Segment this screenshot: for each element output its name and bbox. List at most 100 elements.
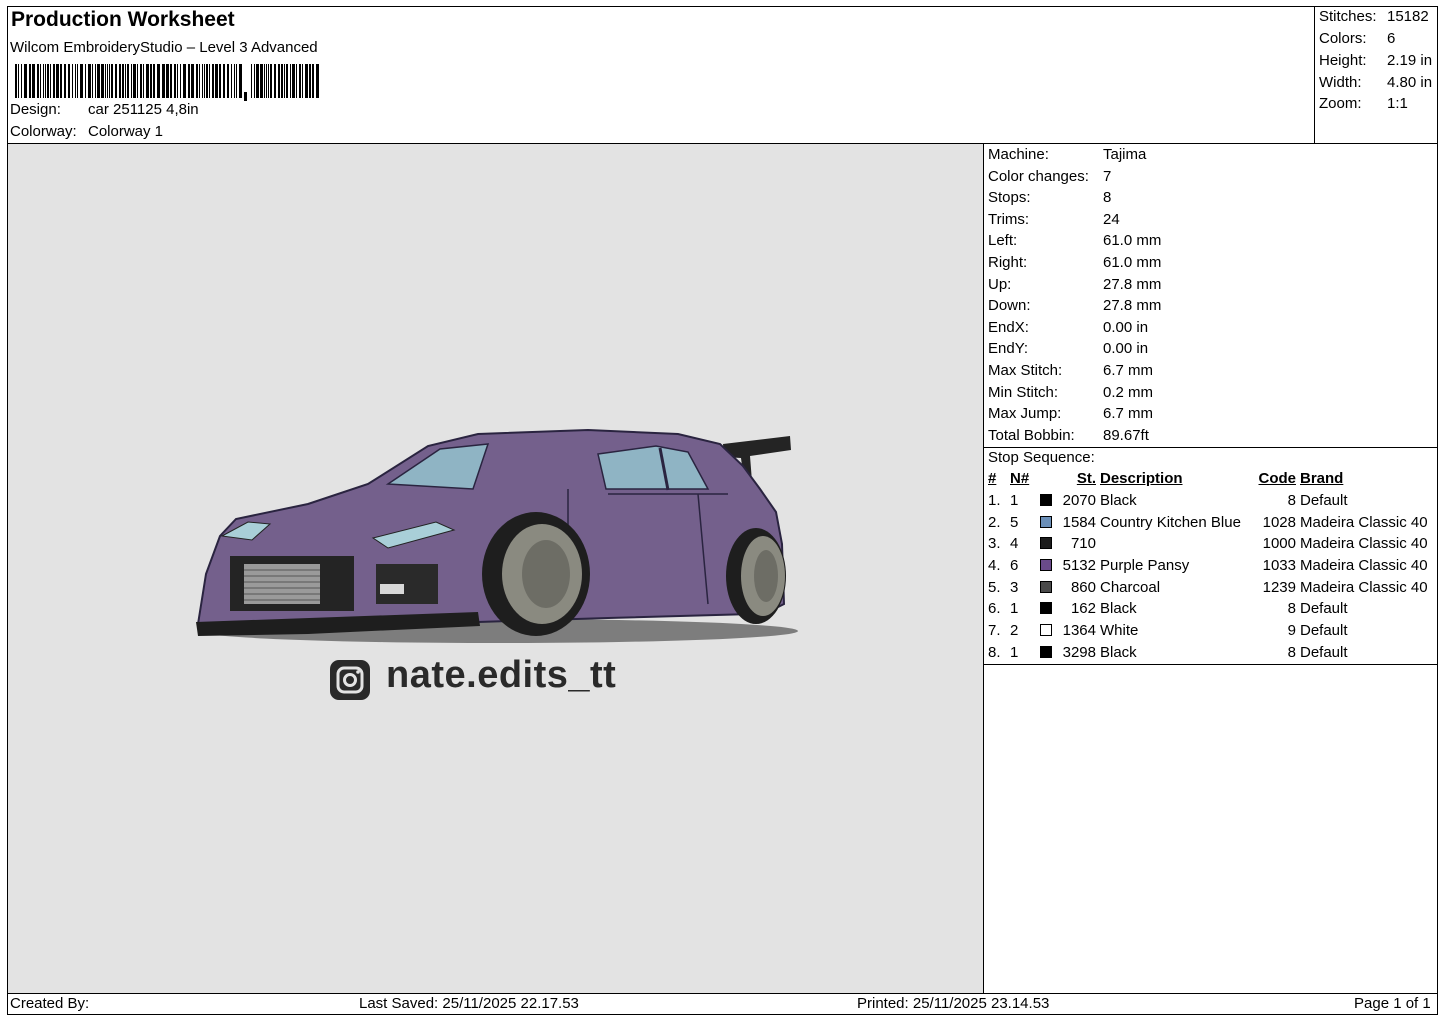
spec-value: 24 [1103, 210, 1120, 228]
summary-label: Stitches: [1319, 8, 1377, 25]
row-number: 8. [988, 643, 1001, 661]
colorway-label: Colorway: [10, 123, 77, 140]
spec-value: 61.0 mm [1103, 254, 1162, 271]
needle-number: 1 [1010, 643, 1019, 661]
barcode-bar [143, 64, 144, 98]
barcode-bar [75, 64, 76, 98]
barcode-bar [312, 64, 314, 98]
table-row: 5. 3 860 Charcoal 1239 Madeira Classic 40 [986, 576, 1430, 598]
spec-row: Machine: Tajima [988, 146, 1146, 163]
printed-date: Printed: 25/11/2025 23.14.53 [857, 995, 1050, 1012]
barcode-bar [92, 64, 93, 98]
thread-brand: Madeira Classic 40 [1300, 557, 1428, 575]
stop-sequence-title: Stop Sequence: [988, 449, 1095, 466]
barcode-bar [153, 64, 155, 98]
barcode-bar [274, 64, 276, 98]
needle-number: 2 [1010, 622, 1019, 640]
swatch-box [1040, 645, 1052, 658]
spec-label: Stops: [988, 189, 1031, 207]
barcode-separator [244, 92, 247, 101]
barcode-bar [260, 64, 263, 98]
barcode-bar [125, 64, 126, 98]
spec-label: Min Stitch: [988, 383, 1059, 401]
barcode-bar [50, 64, 51, 98]
spec-value: 27.8 mm [1103, 275, 1162, 293]
barcode-bar [305, 64, 308, 98]
summary-stitches: Stitches: 15182 [1319, 8, 1429, 25]
barcode-bar [127, 64, 129, 98]
barcode-bar [72, 64, 73, 98]
barcode-bar [296, 64, 297, 98]
barcode-bar [47, 64, 49, 98]
col-brand: Brand [1300, 470, 1344, 488]
barcode-bar [85, 64, 86, 98]
summary-height: Height: 2.19 in [1319, 52, 1432, 69]
barcode-bar [162, 64, 165, 98]
needle-number: 3 [1010, 578, 1019, 596]
summary-colors: Colors: 6 [1319, 30, 1395, 47]
spec-value: Tajima [1103, 146, 1147, 163]
spec-label: EndX: [988, 318, 1029, 336]
table-row: 2. 5 1584 Country Kitchen Blue 1028 Madeira C… [986, 511, 1430, 533]
stop-sequence-table: # N# St. Description Code Brand 1. 1 2070 B… [986, 468, 1430, 663]
summary-value: 4.80 in [1387, 74, 1433, 91]
color-code: 9 [1287, 622, 1296, 640]
instagram-icon [330, 660, 370, 700]
design-value: car 251125 4,8in [88, 101, 199, 118]
barcode-bar [212, 64, 214, 98]
barcode-bar [150, 64, 152, 98]
thread-brand: Madeira Classic 40 [1300, 535, 1428, 553]
thread-brand: Default [1300, 600, 1348, 618]
table-row: 6. 1 162 Black 8 Default [986, 598, 1430, 620]
spec-value: 0.2 mm [1103, 383, 1154, 401]
design-preview: nate.edits_tt [8, 144, 984, 993]
barcode-bar [170, 64, 172, 98]
barcode-bar [188, 64, 190, 98]
barcode-bar [219, 64, 221, 98]
spec-row: Total Bobbin: 89.67ft [988, 427, 1149, 444]
barcode-bar [166, 64, 169, 98]
worksheet-footer: Created By: Last Saved: 25/11/2025 22.17… [7, 993, 1438, 1015]
car-embroidery-image [196, 428, 798, 700]
barcode-bar [37, 64, 39, 98]
thread-brand: Default [1300, 492, 1348, 510]
thread-brand: Default [1300, 643, 1348, 661]
spec-value: 8 [1103, 189, 1112, 207]
barcode-bar [223, 64, 225, 98]
spec-value: 61.0 mm [1103, 232, 1162, 250]
barcode-bar [119, 64, 121, 98]
barcode-bar [236, 64, 237, 98]
spec-label: Max Stitch: [988, 362, 1063, 379]
needle-number: 5 [1010, 513, 1019, 531]
spec-row: Max Stitch: 6.7 mm [988, 362, 1153, 379]
swatch-box [1040, 602, 1052, 615]
barcode-bar [316, 64, 319, 98]
barcode-bar [239, 64, 242, 98]
color-swatch [1038, 490, 1056, 512]
barcode-bar [286, 64, 288, 98]
barcode-bar [196, 64, 198, 98]
col-num: # [988, 470, 997, 488]
spec-row: Trims: 24 [988, 211, 1120, 228]
spec-label: Color changes: [988, 167, 1089, 185]
barcode-bar [157, 64, 160, 98]
barcode-bar [88, 64, 91, 98]
spec-row: EndX: 0.00 in [988, 319, 1148, 336]
barcode-bar [234, 64, 235, 98]
color-code: 8 [1287, 600, 1296, 618]
summary-value: 6 [1387, 30, 1396, 47]
thread-brand: Default [1300, 622, 1348, 640]
spec-label: Down: [988, 297, 1031, 315]
machine-specs: Machine: Tajima Color changes: 7 Stops: 8 Trim… [984, 144, 1438, 448]
barcode-bar [281, 64, 283, 98]
color-description: Black [1100, 643, 1137, 661]
barcode-bar [227, 64, 229, 98]
barcode-bar [60, 64, 62, 98]
color-code: 1033 [1262, 557, 1296, 575]
color-swatch [1038, 555, 1056, 577]
spec-row: Up: 27.8 mm [988, 276, 1161, 293]
barcode-bar [95, 64, 96, 98]
table-row: 7. 2 1364 White 9 Default [986, 620, 1430, 642]
color-description: Purple Pansy [1100, 557, 1190, 575]
spec-value: 27.8 mm [1103, 297, 1162, 315]
